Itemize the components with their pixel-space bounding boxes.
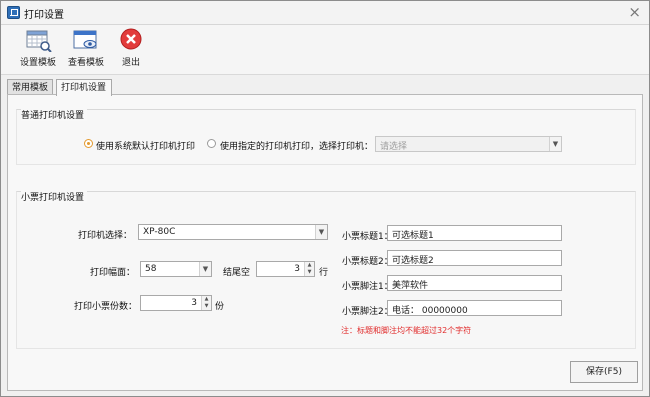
tail-blank-spinner[interactable]: 3 ▲ ▼ (256, 261, 315, 277)
save-button[interactable]: 保存(F5) (570, 361, 638, 383)
chevron-down-icon[interactable]: ▼ (549, 137, 561, 151)
copies-spinner[interactable]: 3 ▲ ▼ (140, 295, 212, 311)
view-template-label: 查看模板 (67, 58, 104, 68)
copies-value: 3 (191, 298, 197, 308)
tail-blank-label: 结尾空 (223, 268, 251, 278)
view-template-icon (73, 30, 97, 49)
exit-label: 退出 (121, 58, 140, 68)
toolbar: 设置模板 查看模板 退出 (1, 25, 649, 75)
receipt-footer1-value: 美萍软件 (392, 281, 429, 291)
printer-settings-panel: 普通打印机设置 使用系统默认打印机打印 使用指定的打印机打印，选择打印机： 请选… (7, 94, 643, 391)
tab-printer-settings[interactable]: 打印机设置 (56, 79, 112, 96)
spinner-arrows-icon[interactable]: ▲ ▼ (201, 296, 211, 310)
window-title: 打印设置 (24, 10, 64, 21)
tail-blank-value: 3 (294, 264, 300, 274)
receipt-title1-value: 可选标题1 (392, 231, 434, 241)
receipt-title1-input[interactable]: 可选标题1 (387, 225, 562, 241)
receipt-title2-label: 小票标题2： (342, 257, 393, 267)
template-settings-button[interactable]: 设置模板 (15, 28, 61, 72)
copies-label: 打印小票份数： (74, 302, 138, 312)
receipt-footer2-input[interactable]: 电话： 00000000 (387, 300, 562, 316)
print-settings-window: 打印设置 × 设置模板 查看模板 退出 常用模板 打印机设置 普通打印机设置 使… (0, 0, 650, 397)
template-settings-label: 设置模板 (19, 58, 56, 68)
printer-select-placeholder: 请选择 (380, 142, 408, 152)
exit-button[interactable]: 退出 (114, 28, 148, 72)
receipt-footer2-label: 小票脚注2： (342, 307, 393, 317)
print-width-select[interactable]: 58 ▼ (140, 261, 212, 277)
receipt-printer-value: XP-80C (143, 227, 176, 237)
copies-unit: 份 (215, 302, 225, 312)
receipt-title2-value: 可选标题2 (392, 256, 434, 266)
normal-printer-section: 普通打印机设置 使用系统默认打印机打印 使用指定的打印机打印，选择打印机： 请选… (16, 108, 636, 165)
tab-common-templates[interactable]: 常用模板 (7, 79, 53, 95)
receipt-printer-title: 小票打印机设置 (21, 190, 88, 203)
close-icon[interactable]: × (628, 3, 641, 21)
receipt-footer1-input[interactable]: 美萍软件 (387, 275, 562, 291)
normal-printer-title: 普通打印机设置 (21, 108, 88, 121)
title-bar: 打印设置 × (1, 1, 649, 25)
print-width-value: 58 (145, 264, 157, 274)
tail-blank-unit: 行 (319, 268, 329, 278)
receipt-title2-input[interactable]: 可选标题2 (387, 250, 562, 266)
default-printer-label[interactable]: 使用系统默认打印机打印 (96, 139, 195, 152)
receipt-footer2-value: 电话： 00000000 (392, 306, 468, 316)
chevron-down-icon[interactable]: ▼ (315, 225, 327, 239)
specified-printer-label[interactable]: 使用指定的打印机打印，选择打印机： (220, 139, 373, 152)
exit-icon (120, 28, 142, 50)
view-template-button[interactable]: 查看模板 (63, 28, 109, 72)
specified-printer-radio[interactable] (207, 139, 216, 148)
receipt-footer1-label: 小票脚注1： (342, 282, 393, 292)
printer-select[interactable]: 请选择 ▼ (375, 136, 562, 152)
receipt-printer-section: 小票打印机设置 打印机选择： XP-80C ▼ 打印幅面： 58 ▼ 结尾空 3… (16, 190, 636, 349)
template-settings-icon (26, 30, 52, 52)
default-printer-radio[interactable] (84, 139, 93, 148)
receipt-printer-select[interactable]: XP-80C ▼ (138, 224, 328, 240)
spinner-arrows-icon[interactable]: ▲ ▼ (304, 262, 314, 276)
app-icon (7, 6, 20, 19)
print-width-label: 打印幅面： (90, 268, 136, 278)
character-limit-note: 注：标题和脚注均不能超过32个字符 (341, 326, 472, 335)
printer-select-label: 打印机选择： (78, 231, 133, 241)
chevron-down-icon[interactable]: ▼ (199, 262, 211, 276)
receipt-title1-label: 小票标题1： (342, 232, 393, 242)
